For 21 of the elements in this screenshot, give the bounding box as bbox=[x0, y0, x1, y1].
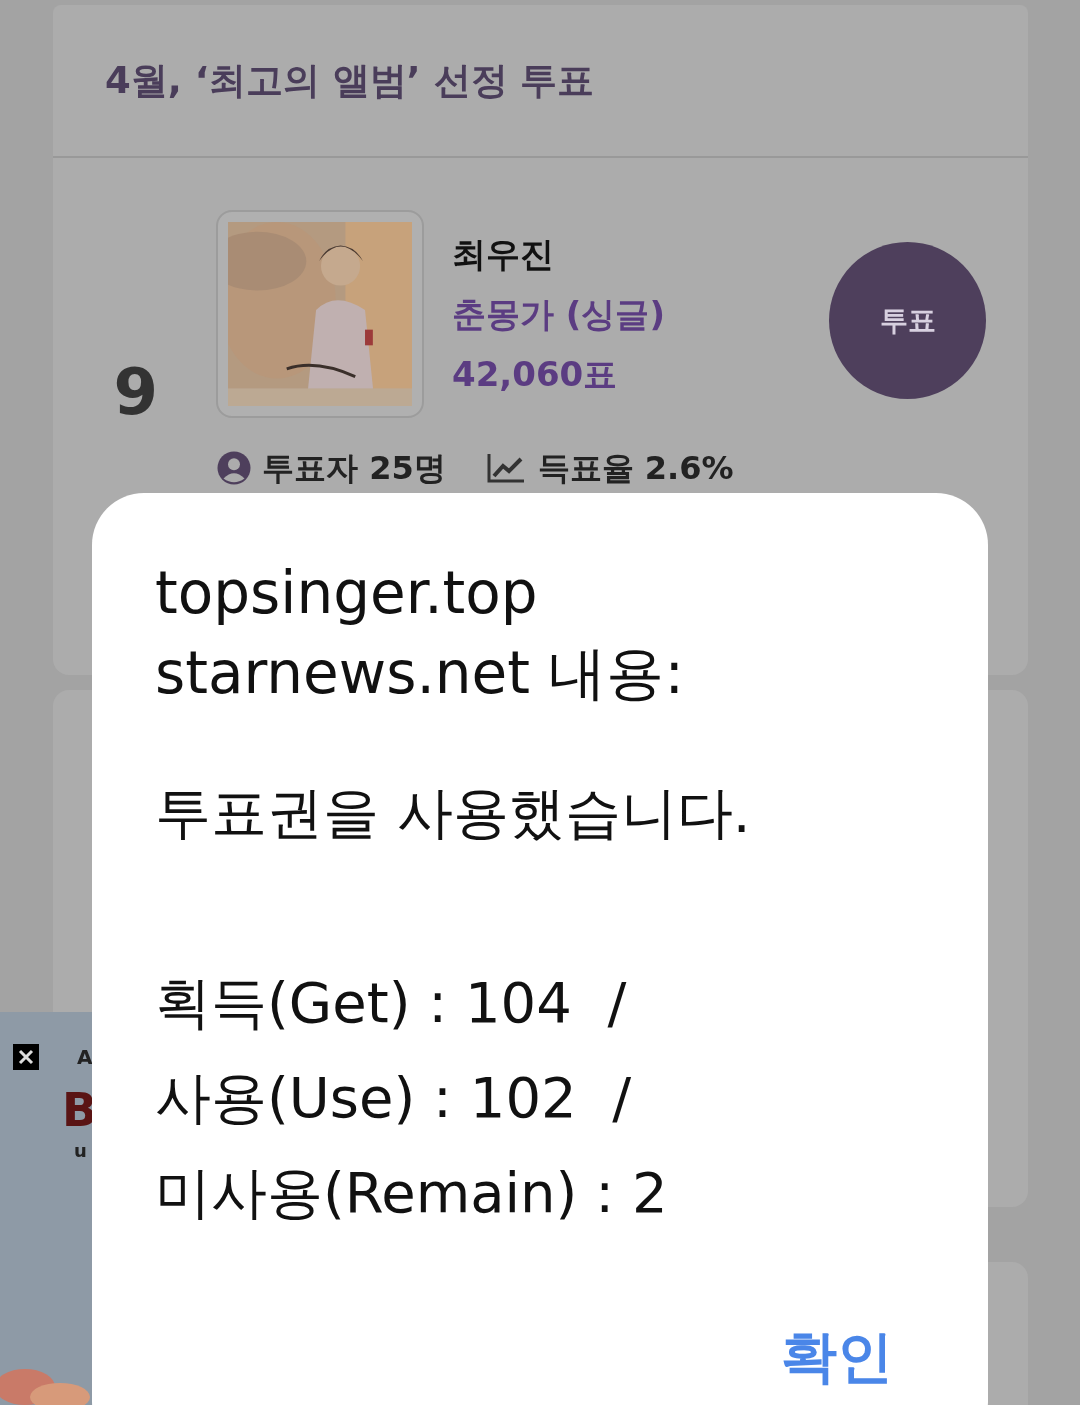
ad-text: u bbox=[74, 1142, 87, 1160]
rank-number: 9 bbox=[113, 360, 158, 424]
confirm-button[interactable]: 확인 bbox=[781, 1315, 893, 1399]
vote-count: 42,060표 bbox=[452, 353, 619, 396]
vote-share: 득표율 2.6% bbox=[537, 450, 734, 486]
album-title: 춘몽가 (싱글) bbox=[452, 293, 666, 336]
voter-count: 투표자 25명 bbox=[262, 450, 446, 486]
dialog-message: 투표권을 사용했습니다. bbox=[155, 779, 752, 847]
vote-button[interactable]: 투표 bbox=[829, 242, 986, 399]
artist-name: 최우진 bbox=[452, 233, 555, 276]
tally-line: 사용(Use) : 102 / bbox=[155, 1064, 633, 1132]
poll-title: 4월, ‘최고의 앨범’ 선정 투표 bbox=[105, 57, 595, 104]
user-icon bbox=[216, 450, 252, 486]
dialog-title: starnews.net 내용: bbox=[155, 638, 686, 709]
tally-line: 미사용(Remain) : 2 bbox=[155, 1159, 669, 1227]
ad-headline: B bbox=[62, 1087, 98, 1133]
tally-line: 획득(Get) : 104 / bbox=[155, 969, 628, 1037]
dialog-title: topsinger.top bbox=[155, 558, 539, 629]
ad-text: A bbox=[77, 1044, 93, 1071]
trend-chart-icon bbox=[485, 452, 526, 484]
close-icon[interactable] bbox=[13, 1044, 39, 1070]
